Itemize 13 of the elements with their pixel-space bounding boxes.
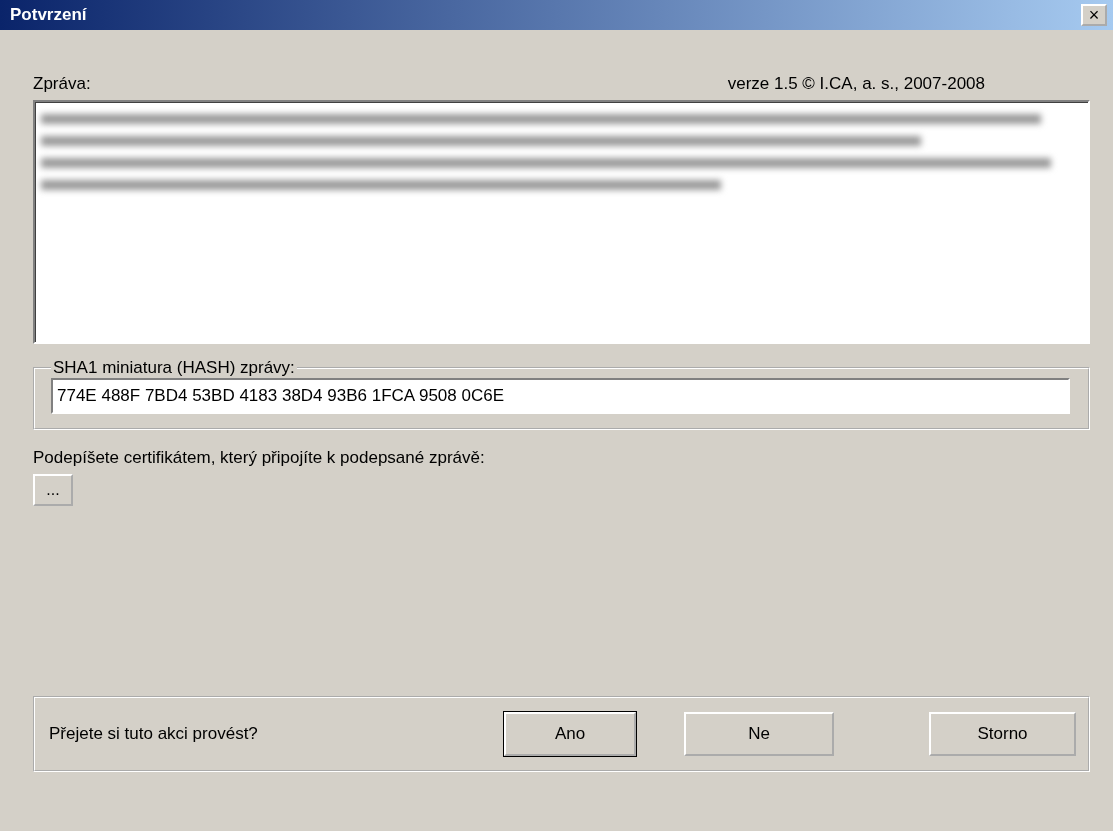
dialog-button[interactable]: Ne	[684, 712, 834, 756]
window-title: Potvrzení	[10, 5, 87, 25]
message-field[interactable]	[33, 100, 1090, 344]
browse-button[interactable]: ...	[33, 474, 73, 506]
hash-field[interactable]: 774E 488F 7BD4 53BD 4183 38D4 93B6 1FCA 9508 0C6E	[51, 378, 1070, 414]
question-text: Přejete si tuto akci provést?	[49, 724, 259, 744]
message-label: Zpráva:	[33, 74, 91, 94]
close-button[interactable]: ×	[1081, 4, 1107, 26]
certificate-label: Podepíšete certifikátem, který připojíte k podepsané zprávě:	[33, 448, 486, 468]
dialog-button[interactable]: Ano	[504, 712, 636, 756]
hash-legend: SHA1 miniatura (HASH) zprávy:	[51, 358, 297, 378]
dialog-button[interactable]: Storno	[929, 712, 1076, 756]
version-text: verze 1.5 © I.CA, a. s., 2007-2008	[727, 74, 985, 94]
